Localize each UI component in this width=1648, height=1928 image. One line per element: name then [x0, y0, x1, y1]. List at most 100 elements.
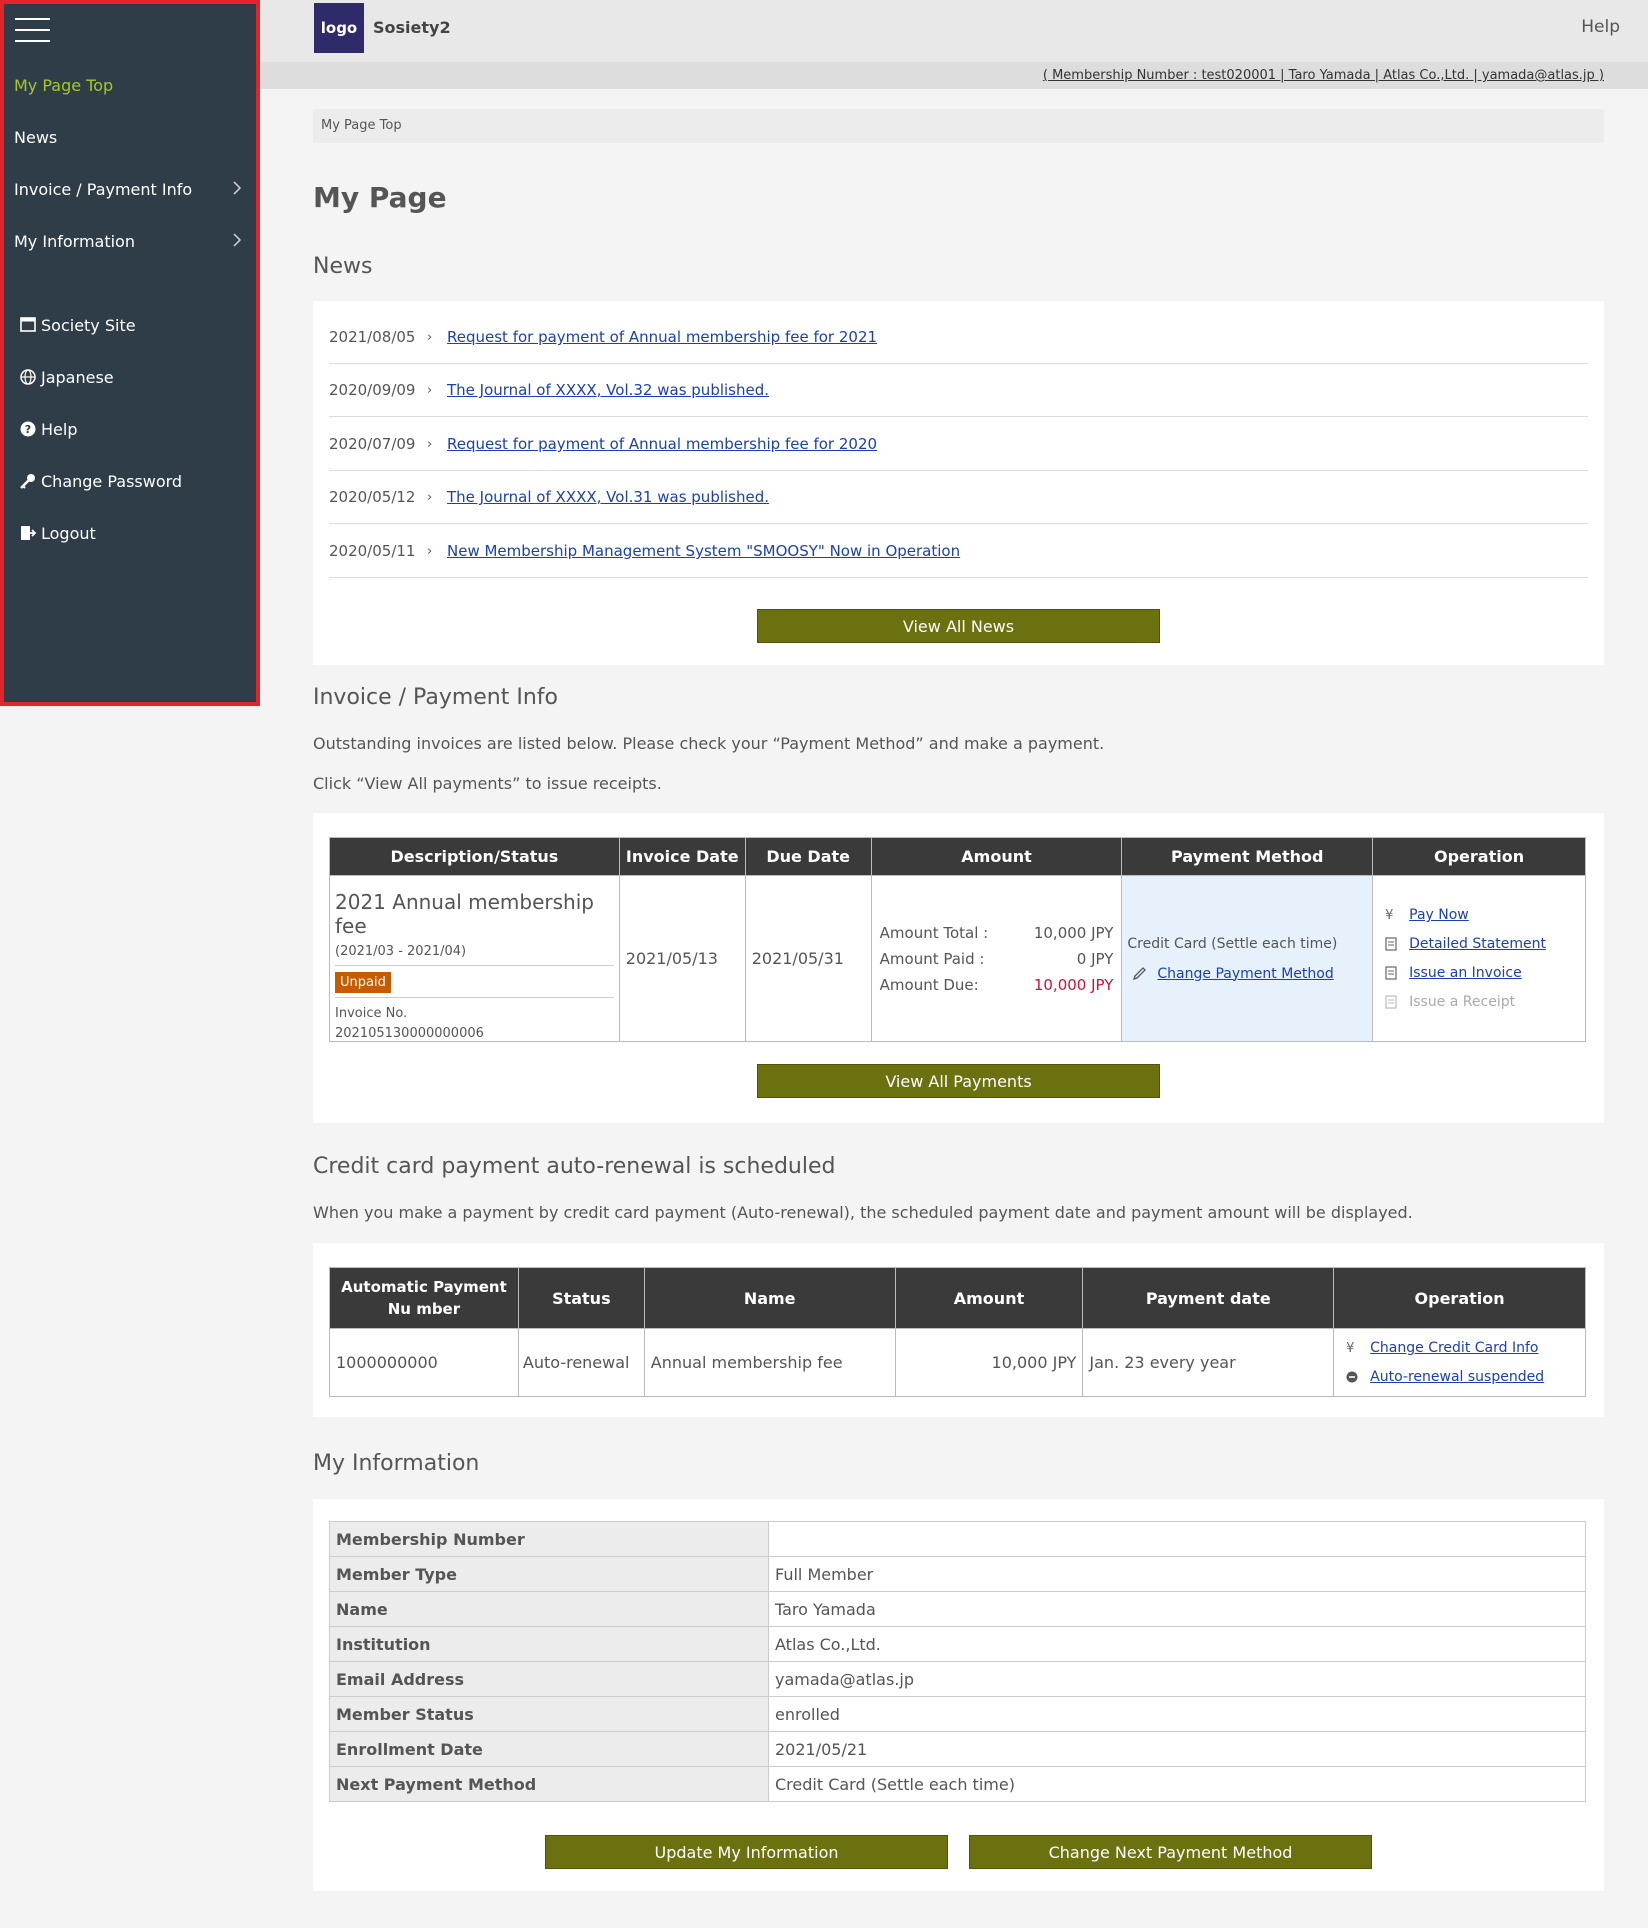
amount-paid-label: Amount Paid : [879, 949, 985, 968]
info-value: enrolled [768, 1696, 1586, 1732]
pencil-icon [1133, 966, 1147, 980]
news-link[interactable]: The Journal of XXXX, Vol.31 was publishe… [447, 488, 769, 506]
issue-invoice-link[interactable]: Issue an Invoice [1409, 965, 1522, 981]
invoice-no-label: Invoice No. [335, 997, 614, 1021]
change-next-payment-method-button[interactable]: Change Next Payment Method [969, 1835, 1372, 1869]
document-icon [1385, 937, 1397, 951]
invoice-period: (2021/03 - 2021/04) [335, 944, 467, 959]
page-title: My Page [313, 181, 447, 214]
amount-paid-value: 0 JPY [1076, 949, 1114, 968]
my-information-section-title: My Information [313, 1451, 480, 1476]
document-icon [1385, 966, 1397, 980]
news-card: 2021/08/05 › Request for payment of Annu… [313, 301, 1604, 665]
news-date: 2020/05/12 [329, 488, 416, 506]
logo[interactable]: logo [314, 3, 364, 53]
news-link[interactable]: Request for payment of Annual membership… [447, 328, 877, 346]
invoice-card: Description/Status Invoice Date Due Date… [313, 813, 1604, 1123]
news-date: 2020/05/11 [329, 542, 416, 560]
chevron-right-icon: › [427, 436, 433, 452]
chevron-right-icon: › [427, 329, 433, 345]
yen-icon: ¥ [1346, 1340, 1355, 1356]
info-value: Credit Card (Settle each time) [768, 1766, 1586, 1802]
logout-icon [21, 526, 37, 540]
document-icon [1385, 995, 1397, 1009]
info-row: Enrollment Date 2021/05/21 [329, 1731, 1586, 1767]
sidebar-item-logout[interactable]: Logout [14, 513, 246, 553]
header: logo Sosiety2 Help [260, 0, 1648, 62]
info-label: Next Payment Method [329, 1766, 769, 1802]
sidebar-item-label: News [14, 127, 58, 147]
view-all-payments-button[interactable]: View All Payments [757, 1064, 1160, 1098]
key-icon [20, 474, 35, 489]
help-link[interactable]: Help [1581, 17, 1620, 37]
invoice-date-cell: 2021/05/13 [618, 875, 746, 1042]
sidebar-item-invoice-payment[interactable]: Invoice / Payment Info [14, 169, 246, 209]
member-info-bar: ( Membership Number : test020001 | Taro … [260, 62, 1648, 89]
pay-now-link[interactable]: Pay Now [1409, 907, 1469, 923]
sidebar: My Page Top News Invoice / Payment Info … [0, 0, 260, 706]
column-header: Operation [1333, 1267, 1586, 1329]
news-item: 2021/08/05 › Request for payment of Annu… [329, 311, 1588, 364]
info-row: Member Type Full Member [329, 1556, 1586, 1592]
sidebar-item-my-information[interactable]: My Information [14, 221, 246, 261]
sidebar-item-japanese[interactable]: Japanese [14, 357, 246, 397]
issue-receipt-row: Issue a Receipt [1385, 988, 1585, 1017]
sidebar-item-change-password[interactable]: Change Password [14, 461, 246, 501]
detailed-statement-link[interactable]: Detailed Statement [1409, 936, 1546, 952]
invoice-description: Outstanding invoices are listed below. P… [313, 734, 1105, 753]
due-date-cell: 2021/05/31 [744, 875, 872, 1042]
hamburger-menu-icon[interactable] [15, 18, 50, 46]
table-row: 1000000000 Auto-renewal Annual membershi… [329, 1328, 1586, 1397]
sidebar-item-news[interactable]: News [14, 117, 246, 157]
sidebar-item-help[interactable]: ? Help [14, 409, 246, 449]
yen-icon: ¥ [1385, 907, 1394, 923]
column-header: Payment date [1082, 1267, 1335, 1329]
info-label: Name [329, 1591, 769, 1627]
sidebar-item-label: Invoice / Payment Info [14, 179, 193, 199]
info-row: Name Taro Yamada [329, 1591, 1586, 1627]
change-credit-card-row: ¥ Change Credit Card Info [1346, 1334, 1585, 1363]
auto-name-cell: Annual membership fee [643, 1328, 896, 1397]
sidebar-item-society-site[interactable]: Society Site [14, 305, 246, 345]
info-label: Member Type [329, 1556, 769, 1592]
sidebar-item-label: Japanese [41, 367, 114, 387]
amount-total-value: 10,000 JPY [1033, 923, 1114, 942]
news-link[interactable]: New Membership Management System "SMOOSY… [447, 542, 960, 560]
member-info-link[interactable]: ( Membership Number : test020001 | Taro … [1043, 68, 1604, 83]
invoice-description-receipts: Click “View All payments” to issue recei… [313, 774, 662, 793]
auto-renewal-table: Automatic Payment Nu mber Status Name Am… [329, 1267, 1586, 1397]
amount-total-label: Amount Total : [879, 923, 989, 942]
column-header: Name [643, 1267, 896, 1329]
info-row: Membership Number [329, 1521, 1586, 1557]
globe-icon [20, 369, 36, 385]
info-label: Email Address [329, 1661, 769, 1697]
view-all-news-button[interactable]: View All News [757, 609, 1160, 643]
news-date: 2020/09/09 [329, 381, 416, 399]
my-information-card: Membership Number Member Type Full Member… [313, 1499, 1604, 1891]
info-value: 2021/05/21 [768, 1731, 1586, 1767]
invoice-section-title: Invoice / Payment Info [313, 685, 558, 710]
news-link[interactable]: The Journal of XXXX, Vol.32 was publishe… [447, 381, 769, 399]
payment-method-cell: Credit Card (Settle each time) Change Pa… [1121, 875, 1374, 1042]
invoice-description-title: 2021 Annual membership fee [335, 890, 594, 938]
info-value: yamada@atlas.jp [768, 1661, 1586, 1697]
update-my-information-button[interactable]: Update My Information [545, 1835, 948, 1869]
auto-operation-cell: ¥ Change Credit Card Info Auto-renewal s… [1333, 1328, 1586, 1397]
table-header-row: Description/Status Invoice Date Due Date… [329, 837, 1586, 876]
description-cell: 2021 Annual membership fee (2021/03 - 20… [329, 875, 620, 1042]
suspend-auto-renewal-row: Auto-renewal suspended [1346, 1363, 1585, 1392]
chevron-right-icon: › [427, 382, 433, 398]
table-row: 2021 Annual membership fee (2021/03 - 20… [329, 875, 1586, 1042]
window-icon [20, 317, 36, 332]
info-label: Enrollment Date [329, 1731, 769, 1767]
sidebar-item-my-page-top[interactable]: My Page Top [14, 65, 246, 105]
change-payment-method-link[interactable]: Change Payment Method [1157, 966, 1333, 982]
amount-due-value: 10,000 JPY [1033, 975, 1114, 994]
change-credit-card-link[interactable]: Change Credit Card Info [1370, 1340, 1538, 1356]
table-header-row: Automatic Payment Nu mber Status Name Am… [329, 1267, 1586, 1329]
chevron-right-icon [233, 233, 242, 247]
my-information-table: Membership Number Member Type Full Member… [329, 1521, 1586, 1802]
auto-renewal-suspended-link[interactable]: Auto-renewal suspended [1370, 1369, 1544, 1385]
column-header: Operation [1372, 837, 1586, 876]
news-link[interactable]: Request for payment of Annual membership… [447, 435, 877, 453]
